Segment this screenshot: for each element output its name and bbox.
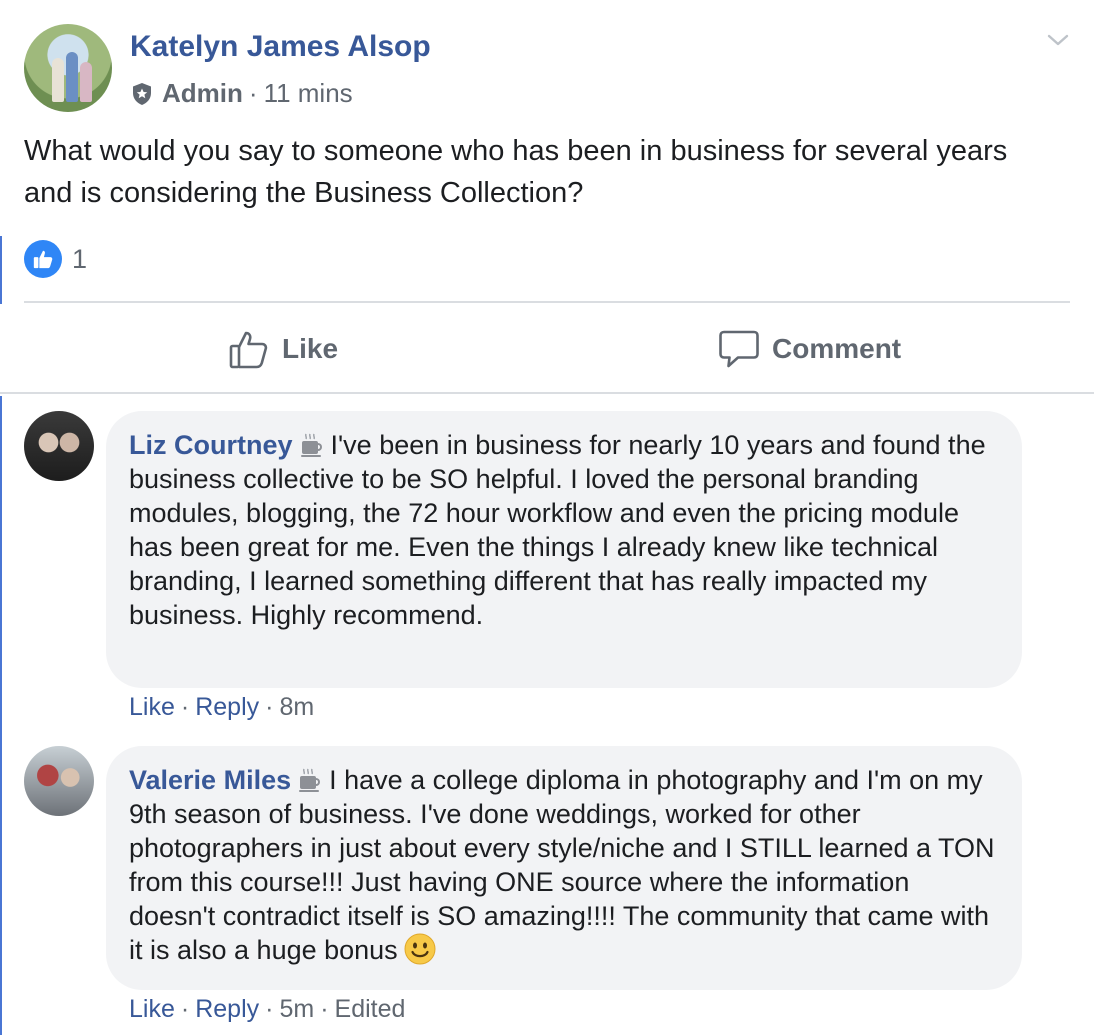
comment-reply-link[interactable]: Reply <box>195 693 259 721</box>
comment-like-link[interactable]: Like <box>129 693 175 721</box>
divider <box>24 301 1070 303</box>
separator-dot: · <box>265 995 274 1023</box>
comment: Valerie Miles I have a college diploma in… <box>24 746 1024 1035</box>
commenter-avatar[interactable] <box>24 411 94 481</box>
separator-dot: · <box>180 693 190 721</box>
separator-dot: · <box>180 995 190 1023</box>
post-text: What would you say to someone who has be… <box>24 135 1008 209</box>
edited-indicator[interactable]: Edited <box>335 995 406 1023</box>
post-timestamp[interactable]: 11 mins <box>264 78 353 109</box>
post-header: Katelyn James Alsop Admin · 11 mins <box>24 24 1070 114</box>
coffee-cup-icon <box>299 768 321 792</box>
reaction-count: 1 <box>72 243 88 274</box>
comment-actions: Like · Reply · 8m <box>129 693 314 722</box>
separator-dot: · <box>265 693 274 721</box>
thumbs-up-outline-icon <box>229 331 268 369</box>
author-name[interactable]: Katelyn James Alsop <box>130 30 431 64</box>
comment-timestamp[interactable]: 8m <box>279 693 314 721</box>
commenter-name[interactable]: Valerie Miles <box>129 765 291 795</box>
commenter-name[interactable]: Liz Courtney <box>129 430 293 460</box>
separator-dot: · <box>320 995 329 1023</box>
coffee-cup-icon <box>300 433 322 457</box>
comment: Liz Courtney I've been in business for ne… <box>24 411 1024 731</box>
comment-reply-link[interactable]: Reply <box>195 995 259 1023</box>
comment-bubble: Liz Courtney I've been in business for ne… <box>106 411 1022 688</box>
like-button-label: Like <box>282 333 339 364</box>
chevron-down-icon[interactable] <box>1046 28 1070 52</box>
comment-like-link[interactable]: Like <box>129 995 175 1023</box>
comment-bubble-icon <box>719 330 759 368</box>
comment-text: I've been in business for nearly 10 year… <box>129 430 986 630</box>
comment-timestamp[interactable]: 5m <box>279 995 314 1023</box>
separator-dot: · <box>248 78 258 108</box>
like-button[interactable]: Like <box>228 325 338 373</box>
comment-actions: Like · Reply · 5m · Edited <box>129 995 405 1024</box>
thumbs-up-reaction-icon <box>24 240 62 278</box>
admin-shield-icon <box>133 82 151 105</box>
author-avatar[interactable] <box>24 24 112 112</box>
comment-text: I have a college diploma in photography … <box>129 765 995 965</box>
reaction-summary[interactable]: 1 <box>24 240 87 278</box>
focus-indicator-bar <box>0 236 2 304</box>
admin-label: Admin <box>162 78 243 108</box>
focus-indicator-bar <box>0 396 2 1035</box>
comment-button-label: Comment <box>772 333 902 364</box>
divider <box>0 392 1094 394</box>
commenter-avatar[interactable] <box>24 746 94 816</box>
smiley-face-icon <box>404 933 436 965</box>
comment-button[interactable]: Comment <box>718 325 901 373</box>
comment-bubble: Valerie Miles I have a college diploma in… <box>106 746 1022 990</box>
post-meta: Admin · 11 mins <box>130 78 353 109</box>
